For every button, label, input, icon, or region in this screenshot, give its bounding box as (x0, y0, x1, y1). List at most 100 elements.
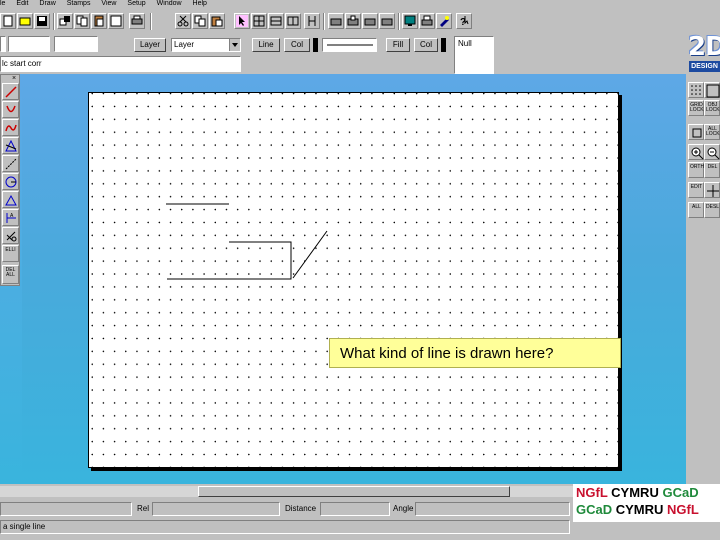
menu-help[interactable]: Help (193, 0, 207, 8)
curve-tool-icon[interactable] (2, 119, 19, 136)
rel-status-field (152, 502, 280, 516)
align-center-icon[interactable] (285, 13, 301, 29)
y-coordinate-field[interactable] (54, 36, 98, 52)
print-button[interactable] (129, 13, 145, 29)
new-file-button[interactable] (0, 13, 16, 29)
menu-file[interactable]: le (0, 0, 5, 8)
fill-button[interactable]: Fill (386, 38, 410, 52)
dots-grid-icon[interactable] (688, 82, 704, 98)
printer-icon[interactable] (419, 13, 435, 29)
drawing-canvas[interactable] (89, 93, 620, 469)
obj-lock-button[interactable]: OBJ LOCK (704, 100, 720, 116)
menu-bar: le Edit Draw Stamps View Setup Window He… (0, 0, 720, 9)
dimension-tool-icon[interactable]: A (2, 209, 19, 226)
angle-label: Angle (393, 504, 414, 513)
edit-button[interactable]: EDIT (688, 182, 704, 198)
angle-status-field (415, 502, 570, 516)
main-toolbar: ? (0, 9, 720, 33)
cut-button[interactable] (57, 13, 73, 29)
x-coordinate-field[interactable] (8, 36, 50, 52)
move-icon[interactable] (704, 182, 720, 198)
drawn-diagonal-line[interactable] (292, 230, 328, 279)
fill-pattern-preview[interactable]: Null (454, 36, 494, 74)
menu-view[interactable]: View (101, 0, 116, 8)
deselect-button[interactable]: DESL (704, 202, 720, 218)
layer-up-icon[interactable] (362, 13, 378, 29)
line-button[interactable]: Line (252, 38, 280, 52)
grid-lock-label: GRID LOCK (690, 102, 704, 113)
menu-edit[interactable]: Edit (16, 0, 28, 8)
palette-close-icon[interactable]: × (12, 75, 19, 82)
drawn-polyline[interactable] (167, 241, 292, 280)
ortho-button[interactable]: ORTH (688, 162, 704, 178)
circle-tool-icon[interactable] (2, 173, 19, 190)
square-icon[interactable] (688, 124, 704, 140)
select-all-label: ALL (692, 204, 701, 210)
zoom-in-icon[interactable] (688, 144, 704, 160)
hint-text: a single line (3, 522, 46, 531)
all-lock-label: ALL LOCK (706, 126, 720, 137)
help-icon[interactable]: ? (456, 13, 472, 29)
left-tool-palette: × A ELLI DEL ALL (0, 74, 20, 286)
dimension-icon[interactable] (304, 13, 320, 29)
menu-window[interactable]: Window (157, 0, 182, 8)
grid-icon[interactable] (251, 13, 267, 29)
undo-button[interactable] (108, 13, 124, 29)
save-button[interactable] (34, 13, 50, 29)
menu-setup[interactable]: Setup (127, 0, 145, 8)
monitor-icon[interactable] (402, 13, 418, 29)
distance-status-field (320, 502, 390, 516)
line-style-select[interactable] (322, 38, 377, 52)
layer-button[interactable]: Layer (134, 38, 166, 52)
grid-lock-button[interactable]: GRID LOCK (688, 100, 704, 116)
tools-icon[interactable] (436, 13, 452, 29)
polygon-tool-icon[interactable] (2, 137, 19, 154)
select-arrow-icon[interactable] (234, 13, 250, 29)
all-lock-button[interactable]: ALL LOCK (704, 124, 720, 140)
triangle-tool-icon[interactable] (2, 191, 19, 208)
badge-ngfl-2: NGfL (667, 502, 699, 517)
hint-status-field (0, 520, 570, 534)
paste-button[interactable] (91, 13, 107, 29)
scissors-icon[interactable] (175, 13, 191, 29)
menu-stamps[interactable]: Stamps (67, 0, 91, 8)
fill-colour-button[interactable]: Col (414, 38, 438, 52)
pen-field[interactable] (0, 36, 6, 52)
right-tool-palette: GRID LOCK OBJ LOCK ALL LOCK ORTH DEL EDI… (687, 82, 720, 222)
chevron-down-icon[interactable] (229, 39, 240, 51)
copy-icon[interactable] (192, 13, 208, 29)
toolbar-separator (323, 13, 325, 30)
group-icon[interactable] (328, 13, 344, 29)
badge-ngfl-1: NGfL (576, 485, 608, 500)
file-path-row: lc start corr (0, 55, 454, 74)
copy-button[interactable] (74, 13, 90, 29)
toolbar-separator (150, 13, 152, 30)
question-callout: What kind of line is drawn here? (329, 338, 621, 368)
line-colour-button[interactable]: Col (284, 38, 310, 52)
drawing-sheet[interactable] (88, 92, 619, 468)
distance-label: Distance (285, 504, 317, 513)
fill-pattern-value: Null (458, 39, 472, 48)
lines-grid-icon[interactable] (704, 82, 720, 98)
delete-all-button[interactable]: DEL ALL (2, 265, 19, 284)
layer-select[interactable]: Layer (171, 38, 241, 52)
arc-tool-icon[interactable] (2, 101, 19, 118)
zoom-out-icon[interactable] (704, 144, 720, 160)
freehand-tool-icon[interactable] (2, 155, 19, 172)
menu-draw[interactable]: Draw (39, 0, 55, 8)
file-path-field[interactable]: lc start corr (0, 56, 241, 72)
text-tool-icon[interactable] (2, 227, 19, 244)
delete-button[interactable]: DEL (704, 162, 720, 178)
line-tool-icon[interactable] (2, 83, 19, 100)
x-status-field (0, 502, 132, 516)
scrollbar-thumb[interactable] (198, 486, 510, 497)
ungroup-icon[interactable] (345, 13, 361, 29)
ellipse-tool-button[interactable]: ELLI (2, 245, 19, 262)
align-icon[interactable] (268, 13, 284, 29)
select-all-button[interactable]: ALL (688, 202, 704, 218)
layer-down-icon[interactable] (379, 13, 395, 29)
open-file-button[interactable] (17, 13, 33, 29)
paste-icon[interactable] (209, 13, 225, 29)
edit-label: EDIT (690, 184, 703, 190)
file-path-value: lc start corr (2, 59, 42, 68)
